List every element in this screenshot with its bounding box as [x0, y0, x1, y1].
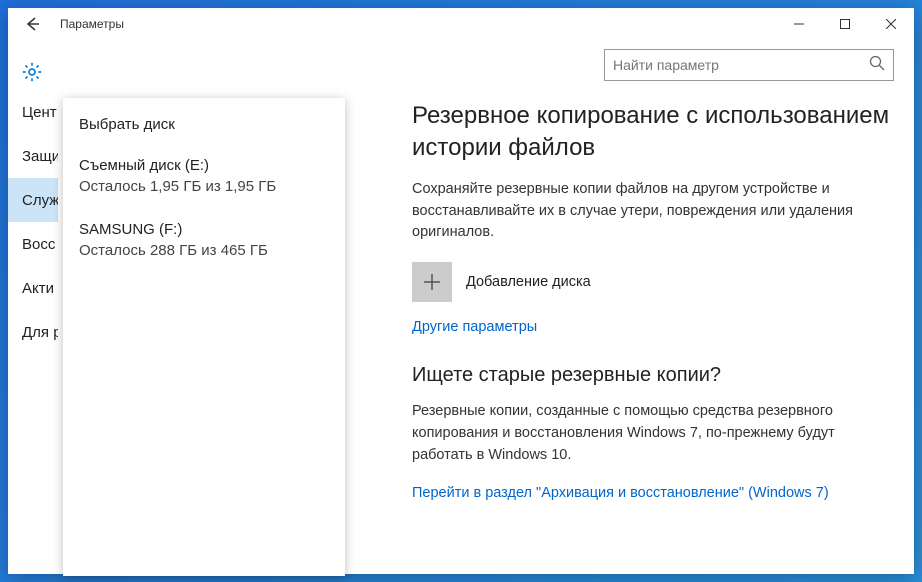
- minimize-icon: [794, 19, 804, 29]
- win7-backup-link[interactable]: Перейти в раздел "Архивация и восстановл…: [412, 485, 829, 501]
- sidebar-item-0[interactable]: Цент: [8, 90, 58, 134]
- sidebar-item-5[interactable]: Для р: [8, 310, 58, 354]
- sidebar-label: Цент: [22, 104, 57, 121]
- sidebar-item-4[interactable]: Акти: [8, 266, 58, 310]
- window-controls: [776, 8, 914, 40]
- plus-icon-box: [412, 262, 452, 302]
- sidebar-label: Акти: [22, 280, 54, 297]
- add-disk-label: Добавление диска: [466, 274, 591, 290]
- maximize-button[interactable]: [822, 8, 868, 40]
- backup-description: Сохраняйте резервные копии файлов на дру…: [412, 179, 890, 244]
- dropdown-title: Выбрать диск: [79, 116, 329, 133]
- minimize-button[interactable]: [776, 8, 822, 40]
- disk-select-dropdown: Выбрать диск Съемный диск (E:) Осталось …: [63, 98, 345, 576]
- settings-window: Параметры Цент Защи Служ: [8, 8, 914, 574]
- search-box[interactable]: [604, 49, 894, 81]
- window-title: Параметры: [60, 17, 124, 31]
- sidebar-item-1[interactable]: Защи: [8, 134, 58, 178]
- sidebar-nav: Цент Защи Служ Восс Акти Для р: [8, 90, 58, 354]
- disk-option-0[interactable]: Съемный диск (E:) Осталось 1,95 ГБ из 1,…: [79, 155, 329, 197]
- content-area: Цент Защи Служ Восс Акти Для р Выбрать д…: [8, 40, 914, 574]
- disk-info: Осталось 288 ГБ из 465 ГБ: [79, 240, 329, 261]
- maximize-icon: [840, 19, 850, 29]
- close-icon: [886, 19, 896, 29]
- search-icon: [869, 55, 885, 76]
- top-area: [408, 40, 894, 90]
- sidebar-item-3[interactable]: Восс: [8, 222, 58, 266]
- close-button[interactable]: [868, 8, 914, 40]
- old-backups-description: Резервные копии, созданные с помощью сре…: [412, 401, 890, 466]
- main-body: Резервное копирование с использованием и…: [408, 90, 894, 502]
- search-input[interactable]: [613, 57, 869, 73]
- section-heading-old-backups: Ищете старые резервные копии?: [412, 364, 890, 387]
- sidebar-item-2[interactable]: Служ: [8, 178, 58, 222]
- sidebar-label: Восс: [22, 236, 55, 253]
- disk-name: SAMSUNG (F:): [79, 219, 329, 240]
- sidebar-label: Защи: [22, 148, 58, 165]
- disk-option-1[interactable]: SAMSUNG (F:) Осталось 288 ГБ из 465 ГБ: [79, 219, 329, 261]
- add-disk-button[interactable]: Добавление диска: [412, 262, 890, 302]
- back-button[interactable]: [16, 8, 48, 40]
- disk-info: Осталось 1,95 ГБ из 1,95 ГБ: [79, 176, 329, 197]
- titlebar: Параметры: [8, 8, 914, 40]
- section-heading-backup: Резервное копирование с использованием и…: [412, 100, 890, 165]
- main-pane: Резервное копирование с использованием и…: [388, 40, 914, 574]
- settings-gear-icon[interactable]: [8, 48, 56, 96]
- other-params-link[interactable]: Другие параметры: [412, 319, 537, 335]
- disk-name: Съемный диск (E:): [79, 155, 329, 176]
- sidebar-label: Для р: [22, 324, 58, 341]
- plus-icon: [422, 272, 442, 292]
- arrow-left-icon: [23, 15, 41, 33]
- sidebar-label: Служ: [22, 192, 58, 209]
